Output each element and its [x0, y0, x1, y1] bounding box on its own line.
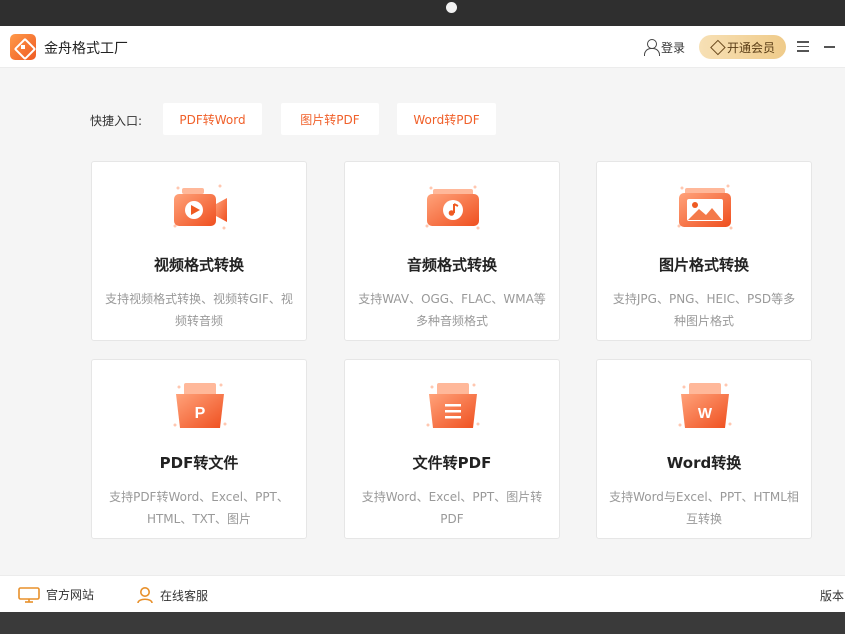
word-file-icon: W	[678, 383, 732, 428]
card-description: 支持PDF转Word、Excel、PPT、HTML、TXT、图片	[109, 490, 289, 526]
quick-image-to-pdf-button[interactable]: 图片转PDF	[281, 103, 379, 135]
card-title: 文件转PDF	[412, 454, 492, 472]
quick-word-to-pdf-button[interactable]: Word转PDF	[397, 103, 496, 135]
card-description: 支持Word、Excel、PPT、图片转PDF	[361, 490, 543, 526]
title-bar: 金舟格式工厂 登录 开通会员	[0, 26, 845, 68]
screen-bezel-top	[0, 0, 845, 26]
app-window: 金舟格式工厂 登录 开通会员 快捷入口: PDF转Word 图片转PDF Wor…	[0, 26, 845, 612]
pdf-file-icon: P	[173, 383, 227, 428]
file-to-pdf-icon	[426, 383, 480, 428]
card-file-to-pdf[interactable]: 文件转PDF 支持Word、Excel、PPT、图片转PDF	[344, 359, 560, 539]
card-title: PDF转文件	[159, 454, 239, 472]
minimize-icon[interactable]	[824, 46, 835, 48]
app-title: 金舟格式工厂	[44, 41, 128, 57]
login-label: 登录	[661, 40, 686, 55]
login-button[interactable]: 登录	[644, 38, 685, 56]
card-word-convert[interactable]: W Word转换 支持Word与Excel、PPT、HTML相互转换	[596, 359, 812, 539]
official-website-link[interactable]: 官方网站	[18, 586, 94, 603]
menu-icon[interactable]	[797, 41, 809, 52]
card-title: 音频格式转换	[406, 256, 497, 274]
camera-dot	[446, 2, 457, 13]
user-icon	[644, 39, 660, 56]
status-bar: 官方网站 在线客服 版本	[0, 575, 845, 612]
open-vip-button[interactable]: 开通会员	[699, 35, 786, 59]
screen-bezel-bottom	[0, 612, 845, 634]
quick-entry-label: 快捷入口:	[90, 114, 143, 128]
svg-text:W: W	[698, 405, 713, 422]
diamond-icon	[710, 42, 723, 53]
online-support-label: 在线客服	[160, 588, 209, 603]
card-title: 图片格式转换	[658, 256, 749, 274]
card-audio-convert[interactable]: 音频格式转换 支持WAV、OGG、FLAC、WMA等多种音频格式	[344, 161, 560, 341]
version-label: 版本	[820, 589, 845, 603]
image-convert-icon	[677, 184, 733, 230]
card-title: Word转换	[666, 454, 742, 472]
svg-text:P: P	[195, 405, 206, 422]
audio-convert-icon	[425, 185, 480, 230]
card-image-convert[interactable]: 图片格式转换 支持JPG、PNG、HEIC、PSD等多种图片格式	[596, 161, 812, 341]
official-website-label: 官方网站	[46, 588, 95, 602]
card-description: 支持视频格式转换、视频转GIF、视频转音频	[105, 292, 293, 328]
card-title: 视频格式转换	[153, 256, 244, 274]
vip-label: 开通会员	[726, 40, 775, 55]
online-support-link[interactable]: 在线客服	[136, 586, 208, 604]
card-description: 支持JPG、PNG、HEIC、PSD等多种图片格式	[612, 292, 796, 328]
video-convert-icon	[173, 184, 227, 230]
app-logo-icon	[10, 34, 36, 60]
card-video-convert[interactable]: 视频格式转换 支持视频格式转换、视频转GIF、视频转音频	[91, 161, 307, 341]
quick-pdf-to-word-button[interactable]: PDF转Word	[163, 103, 262, 135]
monitor-icon	[18, 586, 40, 603]
support-person-icon	[137, 587, 153, 604]
card-description: 支持Word与Excel、PPT、HTML相互转换	[609, 490, 799, 526]
card-pdf-to-file[interactable]: P PDF转文件 支持PDF转Word、Excel、PPT、HTML、TXT、图…	[91, 359, 307, 539]
card-description: 支持WAV、OGG、FLAC、WMA等多种音频格式	[358, 292, 546, 328]
